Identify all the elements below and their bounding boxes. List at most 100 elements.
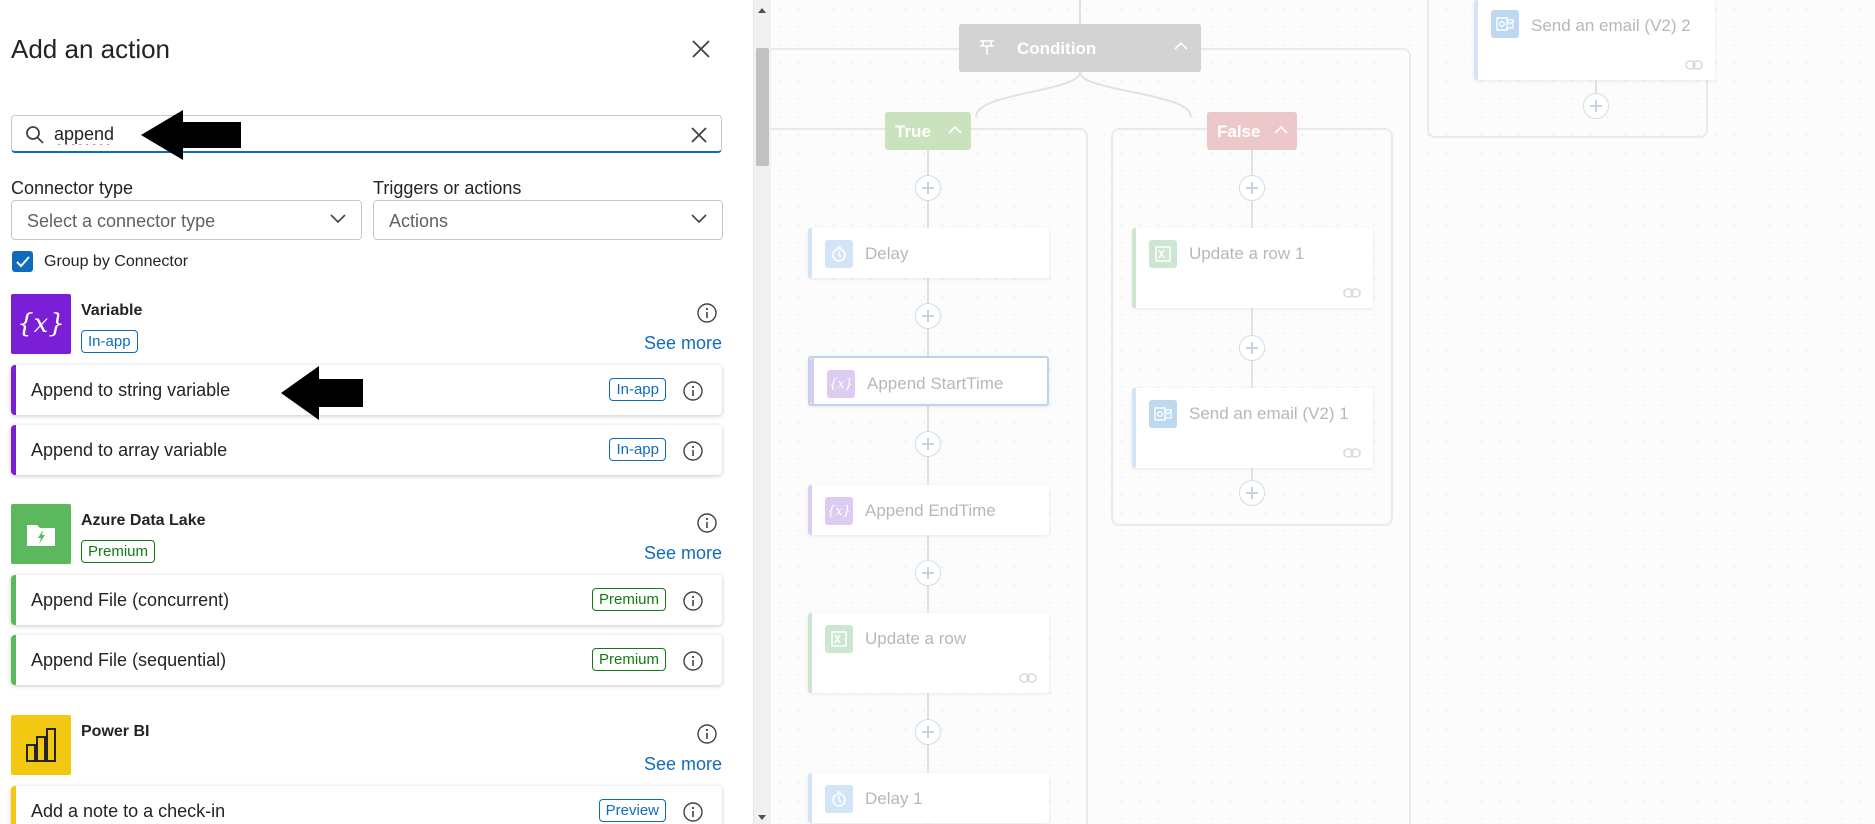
node-label: Append EndTime	[865, 501, 996, 520]
connector-type-label: Connector type	[11, 178, 134, 198]
action-append-file-concurrent[interactable]: Append File (concurrent) Premium	[11, 575, 722, 625]
chevron-up-icon[interactable]	[1273, 124, 1289, 136]
node-accent	[808, 773, 812, 823]
node-send-an-email-v2-1[interactable]: Send an email (V2) 1	[1132, 388, 1373, 468]
add-action-panel: Add an action Connector type Select a co…	[0, 0, 754, 824]
condition-icon	[980, 40, 994, 55]
connector-name: Azure Data Lake	[81, 512, 206, 529]
false-branch-header[interactable]: False	[1207, 112, 1297, 150]
condition-node[interactable]: Condition	[959, 24, 1201, 72]
insert-step-button[interactable]	[1239, 175, 1265, 201]
chevron-up-icon[interactable]	[947, 124, 963, 136]
chevron-up-icon[interactable]	[1173, 40, 1189, 52]
connector-azure-data-lake: Azure Data Lake Premium See more	[11, 504, 722, 566]
true-branch-header[interactable]: True	[885, 112, 971, 150]
info-icon[interactable]	[682, 650, 704, 672]
close-icon	[692, 40, 710, 58]
panel-scrollbar[interactable]	[754, 0, 771, 824]
variable-icon: {x}	[825, 497, 853, 525]
see-more-link[interactable]: See more	[644, 754, 722, 775]
annotation-arrow-icon	[281, 366, 363, 420]
search-icon	[26, 126, 44, 144]
see-more-link[interactable]: See more	[644, 543, 722, 564]
action-append-to-string-variable[interactable]: Append to string variable In-app	[11, 365, 722, 415]
connector-type-value: Select a connector type	[27, 211, 216, 231]
node-label: Send an email (V2) 2	[1531, 16, 1691, 35]
node-label: Update a row 1	[1189, 244, 1305, 263]
info-icon[interactable]	[682, 440, 704, 462]
flow-canvas[interactable]: Condition True False Delay {x} Append St…	[771, 0, 1875, 824]
accent-bar	[11, 635, 16, 685]
connector-badge: Premium	[81, 540, 156, 563]
node-append-endtime[interactable]: {x} Append EndTime	[808, 485, 1049, 535]
node-append-starttime[interactable]: {x} Append StartTime	[808, 356, 1049, 406]
node-label: Update a row	[865, 629, 967, 648]
insert-step-button[interactable]	[1583, 93, 1609, 119]
node-update-a-row-1[interactable]: Update a row 1	[1132, 228, 1373, 308]
action-badge: Premium	[591, 588, 666, 611]
see-more-link[interactable]: See more	[644, 333, 722, 354]
azure-data-lake-logo-icon	[11, 504, 71, 564]
action-append-file-sequential[interactable]: Append File (sequential) Premium	[11, 635, 722, 685]
node-accent	[1132, 388, 1136, 468]
connector-name: Variable	[81, 302, 143, 319]
triggers-value: Actions	[389, 211, 449, 231]
action-append-to-array-variable[interactable]: Append to array variable In-app	[11, 425, 722, 475]
node-update-a-row[interactable]: Update a row	[808, 613, 1049, 693]
node-label: Append StartTime	[867, 374, 1004, 393]
node-delay-1[interactable]: Delay 1	[808, 773, 1049, 823]
info-icon[interactable]	[682, 801, 704, 823]
link-icon	[1343, 448, 1361, 458]
close-button[interactable]	[686, 34, 716, 64]
action-add-a-note-to-a-check-in[interactable]: Add a note to a check-in Preview	[11, 786, 722, 824]
search-box[interactable]	[11, 115, 722, 153]
connector-type-dropdown[interactable]: Select a connector type	[11, 200, 362, 240]
outlook-icon	[1491, 10, 1519, 38]
scrollbar-thumb[interactable]	[756, 48, 769, 166]
action-label: Append File (concurrent)	[31, 590, 230, 610]
insert-step-button[interactable]	[915, 719, 941, 745]
action-label: Append to array variable	[31, 440, 228, 460]
scroll-down-icon[interactable]	[758, 815, 766, 820]
triggers-label: Triggers or actions	[373, 178, 522, 198]
action-badge: In-app	[609, 438, 666, 461]
link-icon	[1343, 288, 1361, 298]
clear-search-icon[interactable]	[688, 124, 710, 146]
node-send-an-email-v2-2[interactable]: Send an email (V2) 2	[1474, 0, 1715, 80]
scroll-up-icon[interactable]	[758, 8, 766, 13]
condition-label: Condition	[1017, 39, 1097, 58]
link-icon	[1019, 673, 1037, 683]
insert-step-button[interactable]	[1239, 335, 1265, 361]
action-badge: Preview	[598, 799, 666, 822]
action-label: Append to string variable	[31, 380, 231, 400]
annotation-arrow-icon	[141, 110, 241, 160]
connector-variable: {x} Variable In-app See more	[11, 294, 722, 356]
variable-icon: {x}	[827, 370, 855, 398]
insert-step-button[interactable]	[1239, 480, 1265, 506]
checkmark-icon	[15, 255, 30, 267]
excel-icon	[1149, 240, 1177, 268]
triggers-dropdown[interactable]: Actions	[373, 200, 723, 240]
node-accent	[1474, 0, 1478, 80]
connector-line	[1079, 0, 1081, 24]
info-icon[interactable]	[696, 302, 718, 324]
node-delay[interactable]: Delay	[808, 228, 1049, 278]
info-icon[interactable]	[696, 723, 718, 745]
insert-step-button[interactable]	[915, 303, 941, 329]
power-bi-logo-icon	[11, 715, 71, 775]
insert-step-button[interactable]	[915, 431, 941, 457]
timer-icon	[825, 785, 853, 813]
info-icon[interactable]	[682, 590, 704, 612]
insert-step-button[interactable]	[915, 175, 941, 201]
info-icon[interactable]	[696, 512, 718, 534]
node-accent	[808, 485, 812, 535]
branch-label: True	[895, 122, 931, 141]
group-by-checkbox[interactable]	[12, 251, 33, 272]
link-icon	[1685, 60, 1703, 70]
excel-icon	[825, 625, 853, 653]
info-icon[interactable]	[682, 380, 704, 402]
branch-label: False	[1217, 122, 1261, 141]
insert-step-button[interactable]	[915, 560, 941, 586]
node-label: Delay 1	[865, 789, 923, 808]
action-badge: Premium	[591, 648, 666, 671]
